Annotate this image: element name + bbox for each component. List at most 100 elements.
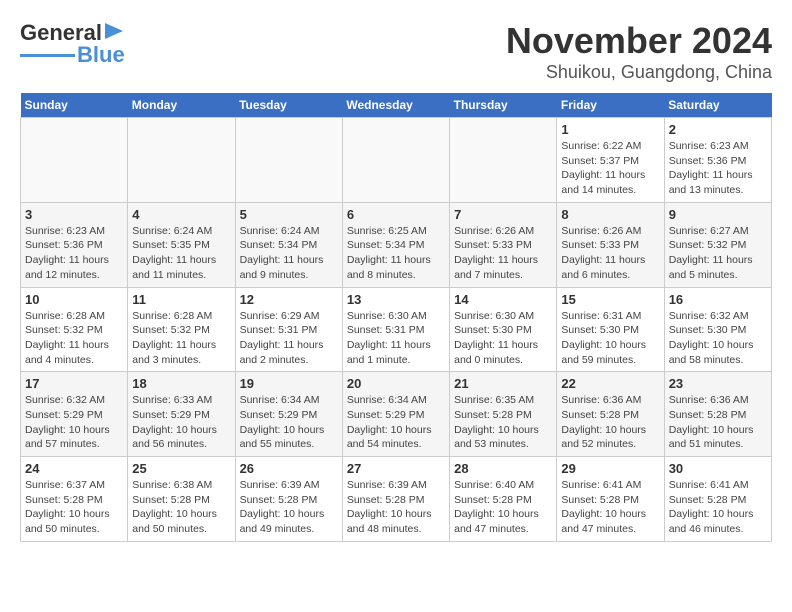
calendar-cell: 23 Sunrise: 6:36 AM Sunset: 5:28 PM Dayli… bbox=[664, 372, 771, 457]
calendar-cell bbox=[342, 118, 449, 203]
logo: General Blue bbox=[20, 20, 125, 68]
weekday-header-friday: Friday bbox=[557, 93, 664, 118]
day-number: 9 bbox=[669, 207, 767, 222]
location-title: Shuikou, Guangdong, China bbox=[506, 62, 772, 83]
month-title: November 2024 bbox=[506, 20, 772, 62]
day-info: Sunrise: 6:23 AM Sunset: 5:36 PM Dayligh… bbox=[669, 139, 767, 198]
day-info: Sunrise: 6:30 AM Sunset: 5:31 PM Dayligh… bbox=[347, 309, 445, 368]
calendar-cell bbox=[450, 118, 557, 203]
day-number: 4 bbox=[132, 207, 230, 222]
calendar-cell: 1Sunrise: 6:22 AM Sunset: 5:37 PM Daylig… bbox=[557, 118, 664, 203]
day-info: Sunrise: 6:41 AM Sunset: 5:28 PM Dayligh… bbox=[561, 478, 659, 537]
day-number: 8 bbox=[561, 207, 659, 222]
calendar-cell bbox=[128, 118, 235, 203]
calendar-cell: 21 Sunrise: 6:35 AM Sunset: 5:28 PM Dayli… bbox=[450, 372, 557, 457]
day-info: Sunrise: 6:25 AM Sunset: 5:34 PM Dayligh… bbox=[347, 224, 445, 283]
logo-arrow-icon bbox=[105, 21, 125, 41]
day-info: Sunrise: 6:40 AM Sunset: 5:28 PM Dayligh… bbox=[454, 478, 552, 537]
header: General Blue November 2024 Shuikou, Guan… bbox=[20, 20, 772, 83]
calendar-cell: 24 Sunrise: 6:37 AM Sunset: 5:28 PM Dayli… bbox=[21, 457, 128, 542]
calendar-cell bbox=[21, 118, 128, 203]
day-number: 19 bbox=[240, 376, 338, 391]
day-info: Sunrise: 6:24 AM Sunset: 5:34 PM Dayligh… bbox=[240, 224, 338, 283]
weekday-header-saturday: Saturday bbox=[664, 93, 771, 118]
calendar-week-row: 24 Sunrise: 6:37 AM Sunset: 5:28 PM Dayli… bbox=[21, 457, 772, 542]
calendar-cell: 29 Sunrise: 6:41 AM Sunset: 5:28 PM Dayli… bbox=[557, 457, 664, 542]
day-number: 23 bbox=[669, 376, 767, 391]
calendar-week-row: 10 Sunrise: 6:28 AM Sunset: 5:32 PM Dayli… bbox=[21, 287, 772, 372]
day-number: 6 bbox=[347, 207, 445, 222]
calendar-cell: 28Sunrise: 6:40 AM Sunset: 5:28 PM Dayli… bbox=[450, 457, 557, 542]
day-info: Sunrise: 6:32 AM Sunset: 5:30 PM Dayligh… bbox=[669, 309, 767, 368]
day-number: 3 bbox=[25, 207, 123, 222]
day-info: Sunrise: 6:23 AM Sunset: 5:36 PM Dayligh… bbox=[25, 224, 123, 283]
day-number: 24 bbox=[25, 461, 123, 476]
day-info: Sunrise: 6:28 AM Sunset: 5:32 PM Dayligh… bbox=[25, 309, 123, 368]
day-number: 21 bbox=[454, 376, 552, 391]
calendar-cell: 3 Sunrise: 6:23 AM Sunset: 5:36 PM Daylig… bbox=[21, 202, 128, 287]
calendar-cell: 20 Sunrise: 6:34 AM Sunset: 5:29 PM Dayli… bbox=[342, 372, 449, 457]
day-info: Sunrise: 6:24 AM Sunset: 5:35 PM Dayligh… bbox=[132, 224, 230, 283]
day-number: 14 bbox=[454, 292, 552, 307]
day-info: Sunrise: 6:22 AM Sunset: 5:37 PM Dayligh… bbox=[561, 139, 659, 198]
day-number: 11 bbox=[132, 292, 230, 307]
calendar-cell: 4 Sunrise: 6:24 AM Sunset: 5:35 PM Daylig… bbox=[128, 202, 235, 287]
calendar-cell: 2Sunrise: 6:23 AM Sunset: 5:36 PM Daylig… bbox=[664, 118, 771, 203]
calendar-cell: 19 Sunrise: 6:34 AM Sunset: 5:29 PM Dayli… bbox=[235, 372, 342, 457]
calendar-cell: 18Sunrise: 6:33 AM Sunset: 5:29 PM Dayli… bbox=[128, 372, 235, 457]
day-info: Sunrise: 6:29 AM Sunset: 5:31 PM Dayligh… bbox=[240, 309, 338, 368]
calendar-cell: 7Sunrise: 6:26 AM Sunset: 5:33 PM Daylig… bbox=[450, 202, 557, 287]
day-info: Sunrise: 6:34 AM Sunset: 5:29 PM Dayligh… bbox=[347, 393, 445, 452]
calendar-cell: 27Sunrise: 6:39 AM Sunset: 5:28 PM Dayli… bbox=[342, 457, 449, 542]
calendar-cell: 9 Sunrise: 6:27 AM Sunset: 5:32 PM Daylig… bbox=[664, 202, 771, 287]
day-info: Sunrise: 6:37 AM Sunset: 5:28 PM Dayligh… bbox=[25, 478, 123, 537]
calendar-cell: 8 Sunrise: 6:26 AM Sunset: 5:33 PM Daylig… bbox=[557, 202, 664, 287]
day-number: 30 bbox=[669, 461, 767, 476]
calendar-cell: 5 Sunrise: 6:24 AM Sunset: 5:34 PM Daylig… bbox=[235, 202, 342, 287]
day-info: Sunrise: 6:33 AM Sunset: 5:29 PM Dayligh… bbox=[132, 393, 230, 452]
calendar-cell: 25Sunrise: 6:38 AM Sunset: 5:28 PM Dayli… bbox=[128, 457, 235, 542]
day-info: Sunrise: 6:28 AM Sunset: 5:32 PM Dayligh… bbox=[132, 309, 230, 368]
day-number: 10 bbox=[25, 292, 123, 307]
day-number: 22 bbox=[561, 376, 659, 391]
day-info: Sunrise: 6:27 AM Sunset: 5:32 PM Dayligh… bbox=[669, 224, 767, 283]
day-info: Sunrise: 6:32 AM Sunset: 5:29 PM Dayligh… bbox=[25, 393, 123, 452]
day-number: 13 bbox=[347, 292, 445, 307]
weekday-header-wednesday: Wednesday bbox=[342, 93, 449, 118]
title-section: November 2024 Shuikou, Guangdong, China bbox=[506, 20, 772, 83]
calendar-cell: 10 Sunrise: 6:28 AM Sunset: 5:32 PM Dayli… bbox=[21, 287, 128, 372]
calendar-cell: 30Sunrise: 6:41 AM Sunset: 5:28 PM Dayli… bbox=[664, 457, 771, 542]
day-number: 5 bbox=[240, 207, 338, 222]
day-number: 16 bbox=[669, 292, 767, 307]
calendar-cell: 17 Sunrise: 6:32 AM Sunset: 5:29 PM Dayli… bbox=[21, 372, 128, 457]
day-info: Sunrise: 6:36 AM Sunset: 5:28 PM Dayligh… bbox=[561, 393, 659, 452]
calendar-cell: 13 Sunrise: 6:30 AM Sunset: 5:31 PM Dayli… bbox=[342, 287, 449, 372]
weekday-header-monday: Monday bbox=[128, 93, 235, 118]
day-number: 20 bbox=[347, 376, 445, 391]
day-info: Sunrise: 6:35 AM Sunset: 5:28 PM Dayligh… bbox=[454, 393, 552, 452]
day-info: Sunrise: 6:34 AM Sunset: 5:29 PM Dayligh… bbox=[240, 393, 338, 452]
day-number: 17 bbox=[25, 376, 123, 391]
weekday-header-tuesday: Tuesday bbox=[235, 93, 342, 118]
day-info: Sunrise: 6:26 AM Sunset: 5:33 PM Dayligh… bbox=[454, 224, 552, 283]
day-info: Sunrise: 6:36 AM Sunset: 5:28 PM Dayligh… bbox=[669, 393, 767, 452]
weekday-header-thursday: Thursday bbox=[450, 93, 557, 118]
day-info: Sunrise: 6:39 AM Sunset: 5:28 PM Dayligh… bbox=[347, 478, 445, 537]
day-info: Sunrise: 6:39 AM Sunset: 5:28 PM Dayligh… bbox=[240, 478, 338, 537]
calendar-cell: 15Sunrise: 6:31 AM Sunset: 5:30 PM Dayli… bbox=[557, 287, 664, 372]
calendar-cell: 14Sunrise: 6:30 AM Sunset: 5:30 PM Dayli… bbox=[450, 287, 557, 372]
day-number: 29 bbox=[561, 461, 659, 476]
calendar-cell: 16 Sunrise: 6:32 AM Sunset: 5:30 PM Dayli… bbox=[664, 287, 771, 372]
weekday-header-row: SundayMondayTuesdayWednesdayThursdayFrid… bbox=[21, 93, 772, 118]
calendar-cell: 26Sunrise: 6:39 AM Sunset: 5:28 PM Dayli… bbox=[235, 457, 342, 542]
calendar-week-row: 3 Sunrise: 6:23 AM Sunset: 5:36 PM Daylig… bbox=[21, 202, 772, 287]
day-number: 25 bbox=[132, 461, 230, 476]
day-info: Sunrise: 6:26 AM Sunset: 5:33 PM Dayligh… bbox=[561, 224, 659, 283]
calendar-cell bbox=[235, 118, 342, 203]
calendar-cell: 6 Sunrise: 6:25 AM Sunset: 5:34 PM Daylig… bbox=[342, 202, 449, 287]
calendar-cell: 22 Sunrise: 6:36 AM Sunset: 5:28 PM Dayli… bbox=[557, 372, 664, 457]
calendar-table: SundayMondayTuesdayWednesdayThursdayFrid… bbox=[20, 93, 772, 542]
calendar-week-row: 1Sunrise: 6:22 AM Sunset: 5:37 PM Daylig… bbox=[21, 118, 772, 203]
day-number: 12 bbox=[240, 292, 338, 307]
calendar-cell: 12 Sunrise: 6:29 AM Sunset: 5:31 PM Dayli… bbox=[235, 287, 342, 372]
